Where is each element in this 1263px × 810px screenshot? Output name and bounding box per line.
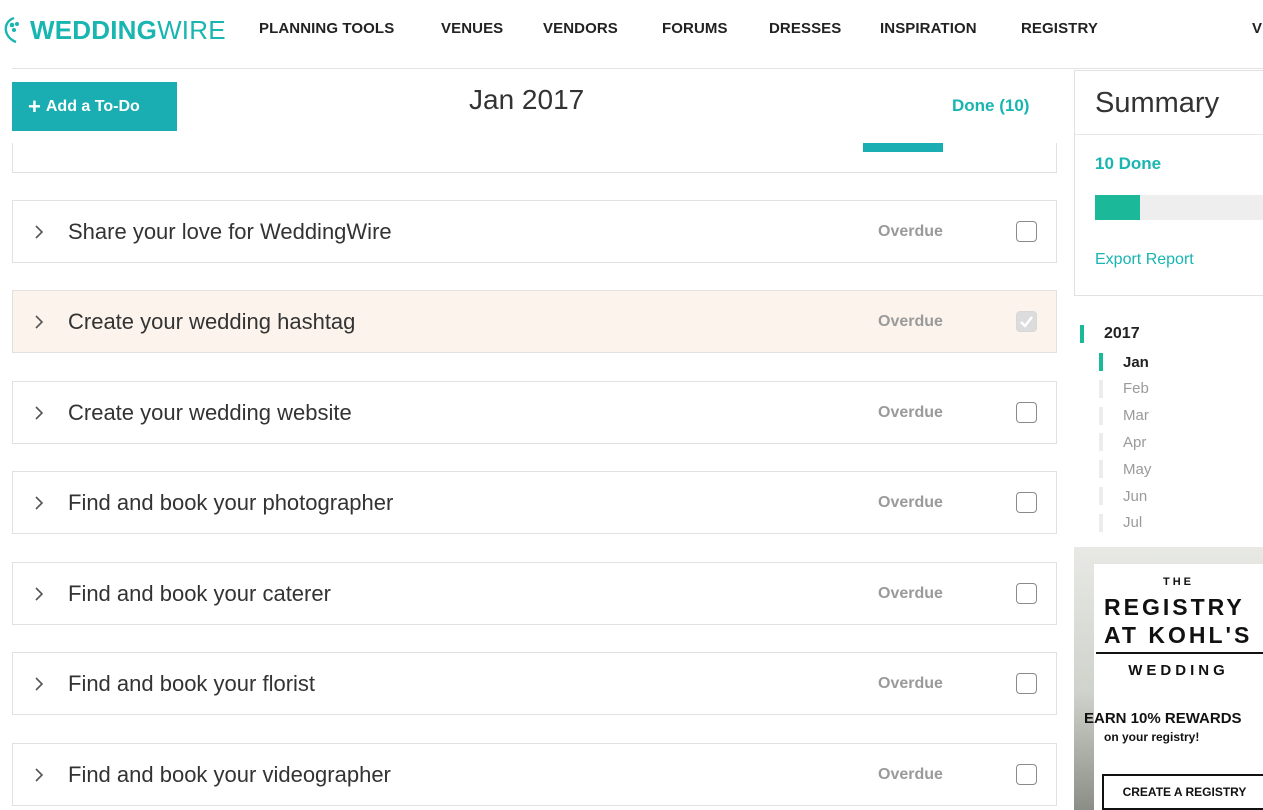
brand-name: WEDDINGWIRE [30,15,226,46]
brand-name-bold: WEDDING [30,14,158,45]
month-title: Jan 2017 [469,84,585,115]
brand-name-light: WIRE [157,14,226,45]
task-status-badge: Overdue [878,312,943,330]
timeline-year[interactable]: 2017 [1080,323,1140,345]
summary-panel: Summary 10 Done Export Report [1074,70,1263,296]
timeline-month-marker [1099,433,1103,452]
ad-wedding: WEDDING [1128,662,1229,679]
task-card[interactable]: Find and book your florist Overdue [12,652,1057,715]
nav-registry[interactable]: REGISTRY [1021,20,1098,37]
timeline-month-apr[interactable]: Apr [1099,430,1146,454]
ad-the: THE [1163,576,1194,588]
ad-kohls: AT KOHL'S [1104,622,1253,648]
bouquet-logo-icon [4,16,19,44]
task-card[interactable]: Create your wedding hashtag Overdue [12,290,1057,353]
timeline-month-marker [1099,379,1103,398]
ad-divider [1096,652,1263,654]
nav-divider [12,68,1263,69]
task-status-badge: Overdue [878,765,943,783]
summary-progress-fill [1095,195,1140,220]
task-card-partial [12,143,1057,173]
nav-venues[interactable]: VENUES [441,20,503,37]
timeline-month-marker [1099,460,1103,479]
kohls-registry-ad[interactable]: THE REGISTRY AT KOHL'S WEDDING EARN 10% … [1074,547,1263,810]
ad-panel: THE REGISTRY AT KOHL'S WEDDING EARN 10% … [1084,564,1263,810]
task-status-badge: Overdue [878,584,943,602]
chevron-right-icon[interactable] [32,313,46,331]
timeline-month-mar[interactable]: Mar [1099,404,1149,428]
nav-dresses[interactable]: DRESSES [769,20,841,37]
task-status-badge: Overdue [878,493,943,511]
nav-inspiration[interactable]: INSPIRATION [880,20,977,37]
task-status-badge: Overdue [878,674,943,692]
summary-done-count: 10 Done [1095,154,1162,173]
timeline-month-label: May [1123,460,1152,478]
task-title: Create your wedding website [68,399,352,425]
timeline-month-marker [1099,513,1103,532]
summary-progress-bar [1095,195,1263,220]
top-navigation: WEDDINGWIRE PLANNING TOOLS VENUES VENDOR… [0,0,1263,68]
timeline-year-label: 2017 [1104,325,1140,342]
task-title: Find and book your florist [68,670,316,696]
add-todo-button[interactable]: + Add a To-Do [12,82,177,131]
checkmark-icon [1020,316,1033,328]
timeline-month-label: Apr [1123,433,1147,451]
create-registry-button[interactable]: CREATE A REGISTRY [1102,774,1263,810]
task-card[interactable]: Find and book your photographer Overdue [12,471,1057,534]
ad-subtext: on your registry! [1104,730,1200,744]
timeline-month-label: Feb [1123,380,1149,398]
task-status-badge: Overdue [878,222,943,240]
chevron-right-icon[interactable] [32,675,46,693]
task-checkbox[interactable] [1016,492,1037,513]
task-card[interactable]: Share your love for WeddingWire Overdue [12,200,1057,263]
task-title: Find and book your caterer [68,580,331,606]
chevron-right-icon[interactable] [32,223,46,241]
task-title: Share your love for WeddingWire [68,218,392,244]
task-title: Find and book your videographer [68,761,391,787]
task-title: Find and book your photographer [68,489,394,515]
task-checkbox[interactable] [1016,673,1037,694]
plus-icon: + [28,93,41,119]
done-tasks-link[interactable]: Done (10) [952,96,1029,116]
task-checkbox[interactable] [1016,311,1037,332]
timeline-month-label: Mar [1123,407,1149,425]
task-checkbox[interactable] [1016,764,1037,785]
timeline-month-marker [1099,406,1103,425]
timeline-month-label: Jan [1123,353,1149,371]
task-card[interactable]: Create your wedding website Overdue [12,381,1057,444]
task-title: Create your wedding hashtag [68,308,356,334]
timeline-month-jun[interactable]: Jun [1099,484,1147,508]
timeline-year-marker [1080,325,1084,343]
timeline-month-label: Jun [1123,487,1148,505]
export-report-link[interactable]: Export Report [1095,251,1194,269]
summary-divider [1075,134,1263,135]
ad-earn-rewards: EARN 10% REWARDS [1084,710,1242,727]
task-checkbox[interactable] [1016,221,1037,242]
chevron-right-icon[interactable] [32,585,46,603]
task-checkbox[interactable] [1016,402,1037,423]
task-status-badge: Overdue [878,403,943,421]
nav-planning-tools[interactable]: PLANNING TOOLS [259,20,394,37]
timeline-month-feb[interactable]: Feb [1099,377,1149,401]
task-card[interactable]: Find and book your caterer Overdue [12,562,1057,625]
ad-registry: REGISTRY [1104,594,1245,620]
chevron-right-icon[interactable] [32,404,46,422]
timeline-month-marker [1099,487,1103,505]
timeline-month-marker [1099,353,1103,371]
timeline-month-jul[interactable]: Jul [1099,511,1142,535]
nav-vendors[interactable]: VENDORS [543,20,618,37]
task-card[interactable]: Find and book your videographer Overdue [12,743,1057,806]
timeline-month-jan[interactable]: Jan [1099,350,1149,374]
partial-accent-tab [863,143,943,152]
task-checkbox[interactable] [1016,583,1037,604]
chevron-right-icon[interactable] [32,766,46,784]
summary-title: Summary [1095,87,1220,119]
timeline-month-label: Jul [1123,514,1143,532]
nav-truncated-item[interactable]: V [1252,20,1262,37]
chevron-right-icon[interactable] [32,494,46,512]
weddingwire-logo[interactable]: WEDDINGWIRE [0,12,226,48]
add-todo-label: Add a To-Do [45,97,140,115]
timeline-month-may[interactable]: May [1099,457,1151,481]
nav-forums[interactable]: FORUMS [662,20,728,37]
